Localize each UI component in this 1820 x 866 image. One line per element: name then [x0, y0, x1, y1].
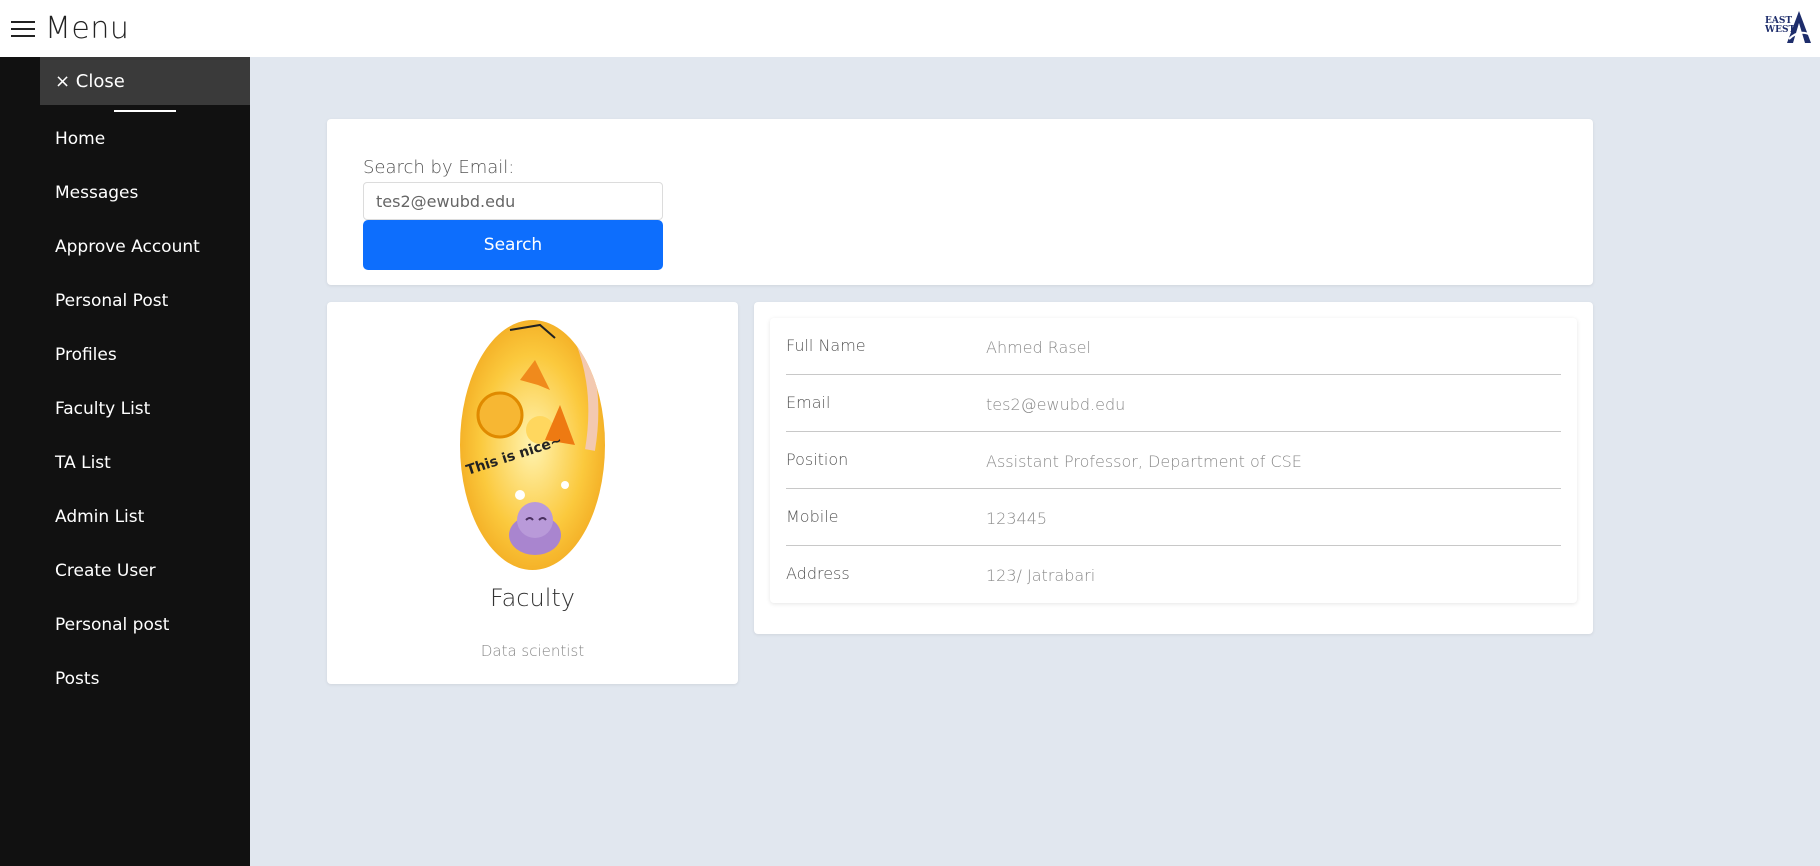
detail-label: Email [786, 393, 831, 412]
sidebar-item-personal-post-2[interactable]: Personal post [55, 598, 200, 652]
profile-role: Faculty [490, 584, 575, 612]
menu-label: Menu [45, 11, 130, 46]
sidebar-item-home[interactable]: Home [55, 112, 200, 166]
detail-row-email: Email tes2@ewubd.edu [786, 375, 1561, 432]
detail-label: Mobile [786, 507, 839, 526]
university-logo[interactable]: EAST WEST [1765, 8, 1816, 44]
detail-row-mobile: Mobile 123445 [786, 489, 1561, 546]
profile-subtitle: Data scientist [480, 642, 585, 660]
sidebar-item-ta-list[interactable]: TA List [55, 436, 200, 490]
sidebar: × Close Home Messages Approve Account Pe… [0, 57, 250, 866]
avatar-illustration: This is nice~ [460, 320, 605, 570]
sidebar-item-approve-account[interactable]: Approve Account [55, 220, 200, 274]
detail-value: Ahmed Rasel [986, 338, 1091, 357]
search-email-input[interactable] [363, 182, 663, 220]
detail-label: Address [786, 564, 850, 583]
search-card: Search by Email: Search [327, 119, 1593, 285]
avatar: This is nice~ [460, 320, 605, 570]
details-table: Full Name Ahmed Rasel Email tes2@ewubd.e… [770, 318, 1577, 603]
detail-value: 123445 [986, 509, 1048, 528]
detail-value: 123/ Jatrabari [986, 566, 1096, 585]
sidebar-item-faculty-list[interactable]: Faculty List [55, 382, 200, 436]
sidebar-item-create-user[interactable]: Create User [55, 544, 200, 598]
top-bar: Menu EAST WEST [0, 0, 1820, 57]
close-sidebar-button[interactable]: × Close [40, 57, 250, 105]
logo-text: EAST WEST [1765, 16, 1796, 35]
menu-toggle[interactable]: Menu [11, 11, 129, 46]
details-card: Full Name Ahmed Rasel Email tes2@ewubd.e… [754, 302, 1593, 634]
search-label: Search by Email: [363, 157, 515, 178]
sidebar-nav: Home Messages Approve Account Personal P… [55, 112, 200, 706]
detail-row-position: Position Assistant Professor, Department… [786, 432, 1561, 489]
sidebar-item-posts[interactable]: Posts [55, 652, 200, 706]
detail-row-address: Address 123/ Jatrabari [786, 546, 1561, 603]
detail-value: Assistant Professor, Department of CSE [986, 452, 1302, 471]
sidebar-item-personal-post[interactable]: Personal Post [55, 274, 200, 328]
detail-label: Full Name [786, 336, 866, 355]
detail-label: Position [786, 450, 849, 469]
sidebar-item-admin-list[interactable]: Admin List [55, 490, 200, 544]
search-button[interactable]: Search [363, 220, 663, 270]
detail-row-full-name: Full Name Ahmed Rasel [786, 318, 1561, 375]
sidebar-item-messages[interactable]: Messages [55, 166, 200, 220]
detail-value: tes2@ewubd.edu [986, 395, 1126, 414]
logo-emblem-icon [1787, 11, 1812, 43]
sidebar-item-profiles[interactable]: Profiles [55, 328, 200, 382]
profile-card: This is nice~ Faculty Data scientist [327, 302, 738, 684]
hamburger-icon [11, 18, 35, 40]
